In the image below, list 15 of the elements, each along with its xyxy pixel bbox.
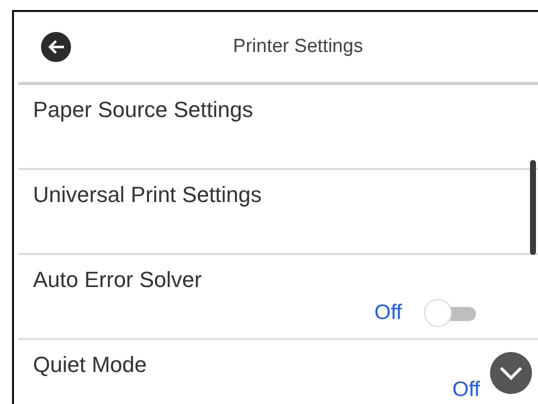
setting-label: Paper Source Settings (33, 97, 254, 123)
setting-value: Off (374, 301, 402, 325)
settings-item[interactable]: Paper Source Settings (18, 85, 538, 170)
screen-title: Printer Settings (232, 36, 364, 58)
chevron-down-icon (499, 366, 523, 380)
setting-label: Auto Error Solver (33, 267, 202, 293)
settings-item[interactable]: Auto Error Solver Off (18, 255, 538, 340)
back-arrow-icon (47, 39, 65, 55)
scroll-down-button[interactable] (490, 352, 532, 394)
setting-value: Off (452, 378, 480, 402)
settings-item[interactable]: Quiet Mode Off (18, 340, 538, 402)
back-button[interactable] (41, 32, 71, 62)
setting-label: Quiet Mode (33, 352, 147, 378)
setting-label: Universal Print Settings (33, 182, 262, 208)
scrollbar[interactable] (530, 160, 536, 255)
